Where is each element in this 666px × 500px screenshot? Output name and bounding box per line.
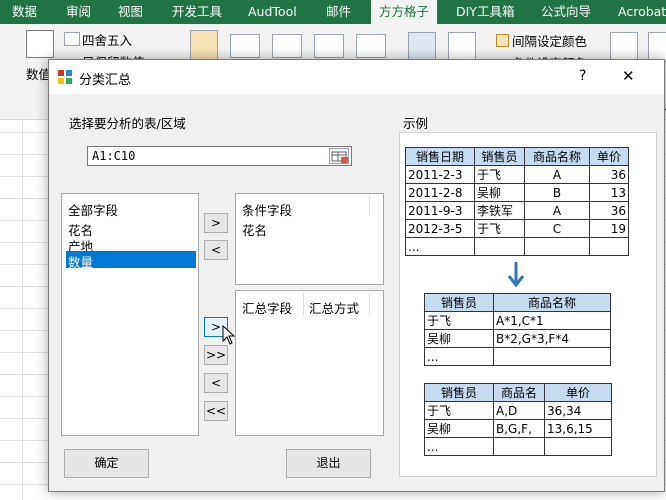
summary-method-header: 汇总方式: [309, 301, 360, 316]
tab-acrobat[interactable]: Acrobat: [618, 0, 666, 24]
tab-audtool[interactable]: AudTool: [248, 0, 297, 24]
table-row: 2011-9-3 李铁军 A 36: [405, 201, 629, 220]
round-button[interactable]: 四舍五入: [82, 30, 132, 49]
help-button[interactable]: ?: [579, 68, 586, 84]
list-item[interactable]: 花名: [242, 220, 267, 239]
ribbon-tab-bar: 数据 审阅 视图 开发工具 AudTool 邮件 方方格子 DIY工具箱 公式向…: [0, 0, 666, 24]
split-icon[interactable]: [610, 32, 638, 62]
summary-field-header: 汇总字段: [242, 301, 293, 316]
close-button[interactable]: ✕: [622, 67, 635, 85]
range-input-value: A1:C10: [92, 149, 136, 163]
header-product: 商品名称: [493, 293, 611, 312]
table-row: ...: [405, 237, 629, 256]
example-label: 示例: [403, 116, 429, 131]
tab-formula-wizard[interactable]: 公式向导: [541, 0, 591, 24]
header-price: 单价: [544, 383, 612, 402]
example-result-table-1: 销售员 商品名称 于飞 A*1,C*1 吴柳 B*2,G*3,F*4 ...: [424, 293, 611, 366]
table-row: 2011-2-3 于飞 A 36: [405, 165, 629, 184]
dialog-titlebar[interactable]: 分类汇总 ? ✕: [49, 60, 664, 94]
add-condition-button[interactable]: >: [204, 213, 228, 233]
paste-icon[interactable]: [190, 30, 218, 60]
work-icon[interactable]: [648, 32, 666, 62]
ok-button[interactable]: 确定: [64, 449, 149, 478]
example-panel: 销售日期 销售员 商品名称 单价 2011-2-3 于飞 A 36 2011-2…: [399, 132, 657, 477]
app-icon: [58, 70, 72, 84]
table-row: 吴柳 B,G,F, 13,6,15: [424, 419, 612, 438]
delete-table-icon[interactable]: [272, 34, 302, 58]
tab-view[interactable]: 视图: [118, 0, 143, 24]
tab-developer[interactable]: 开发工具: [172, 0, 222, 24]
tab-review[interactable]: 审阅: [66, 0, 91, 24]
arrow-down-icon: [507, 261, 525, 288]
condition-fields-header: 条件字段: [242, 203, 293, 218]
table-row: 2012-3-5 于飞 C 19: [405, 219, 629, 238]
example-result-table-2: 销售员 商品名 单价 于飞 A,D 36,34 吴柳 B,G,F, 13,6,1…: [424, 383, 612, 456]
tab-mail[interactable]: 邮件: [326, 0, 351, 24]
table-row: 吴柳 B*2,G*3,F*4: [424, 329, 611, 348]
range-input[interactable]: A1:C10: [87, 146, 352, 166]
tab-fangfang[interactable]: 方方格子: [371, 0, 437, 24]
exit-button[interactable]: 退出: [286, 449, 371, 478]
summary-fields-list[interactable]: 汇总字段 汇总方式: [235, 290, 384, 436]
round-icon: [64, 32, 80, 46]
header-product: 商品名称: [524, 147, 590, 166]
refresh-table-icon[interactable]: [314, 34, 344, 58]
mouse-cursor-icon: [222, 324, 236, 345]
list-item-selected-label: 数量: [68, 255, 94, 270]
table-row: ...: [424, 347, 611, 366]
grid-color-icon[interactable]: [408, 32, 436, 60]
tab-diy-toolbox[interactable]: DIY工具箱: [456, 0, 514, 24]
header-product: 商品名: [493, 383, 545, 402]
range-picker-icon[interactable]: [329, 148, 349, 164]
condition-fields-list[interactable]: 条件字段 花名: [235, 193, 384, 285]
find-table-icon[interactable]: [356, 34, 386, 58]
header-date: 销售日期: [405, 147, 475, 166]
num-icon[interactable]: [26, 30, 54, 58]
header-price: 单价: [589, 147, 629, 166]
subtotal-dialog: 分类汇总 ? ✕ 选择要分析的表/区域 A1:C10 全部字段 花名 产地 数量…: [48, 59, 665, 492]
table-row: ...: [424, 437, 612, 456]
interval-color-button[interactable]: 间隔设定颜色: [512, 31, 587, 50]
tab-data[interactable]: 数据: [12, 0, 37, 24]
example-source-table: 销售日期 销售员 商品名称 单价 2011-2-3 于飞 A 36 2011-2…: [405, 147, 629, 256]
remove-all-summary-button[interactable]: <<: [204, 401, 228, 421]
remove-summary-button[interactable]: <: [204, 373, 228, 393]
header-salesperson: 销售员: [474, 147, 525, 166]
add-all-summary-button[interactable]: >>: [204, 345, 228, 365]
sort-az-icon[interactable]: [448, 32, 476, 60]
table-row: 于飞 A*1,C*1: [424, 311, 611, 330]
interval-color-icon: [496, 34, 509, 47]
table-row: 于飞 A,D 36,34: [424, 401, 612, 420]
select-range-label: 选择要分析的表/区域: [69, 116, 186, 131]
header-salesperson: 销售员: [424, 293, 494, 312]
table-icon[interactable]: [230, 34, 260, 58]
table-row: 2011-2-8 吴柳 B 13: [405, 183, 629, 202]
list-item-selected[interactable]: 数量: [66, 251, 196, 270]
dialog-title: 分类汇总: [79, 73, 132, 88]
header-salesperson: 销售员: [424, 383, 494, 402]
all-fields-list[interactable]: 全部字段 花名 产地 数量: [61, 193, 199, 436]
all-fields-header: 全部字段: [68, 203, 119, 218]
remove-condition-button[interactable]: <: [204, 240, 228, 260]
